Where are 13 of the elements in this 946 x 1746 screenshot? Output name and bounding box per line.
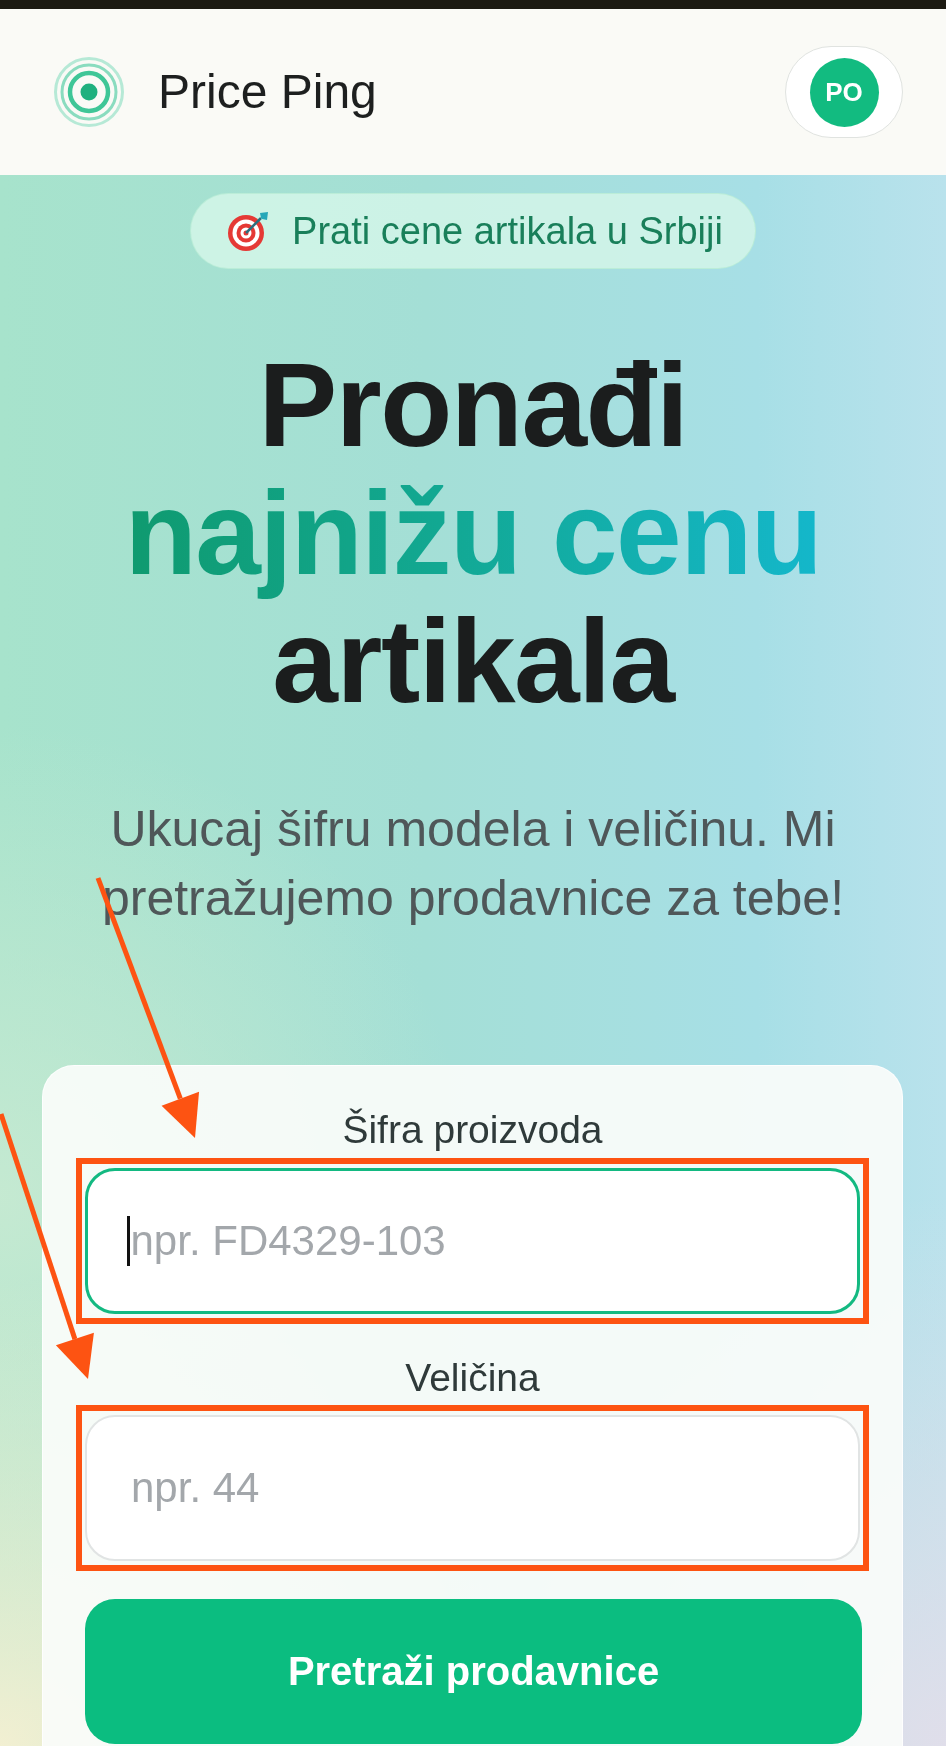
tagline-text: Prati cene artikala u Srbiji xyxy=(292,209,723,253)
account-button[interactable]: PO xyxy=(785,46,903,138)
field-label: Veličina xyxy=(405,1355,540,1401)
input-field[interactable]: npr. FD4329-103 xyxy=(85,1168,860,1314)
text-cursor-icon xyxy=(127,1216,130,1266)
hero-title: Pronađi najnižu cenu artikala xyxy=(124,341,822,725)
hero-subtitle: Ukucaj šifru modela i veličinu. Mi pretražujemo prodavnice za tebe! xyxy=(100,800,846,928)
search-button[interactable]: Pretraži prodavnice xyxy=(85,1599,862,1744)
logo-icon xyxy=(54,57,124,127)
field-label: Šifra proizvoda xyxy=(342,1107,603,1153)
avatar: PO xyxy=(809,57,879,127)
app-name: Price Ping xyxy=(158,64,377,121)
target-icon xyxy=(227,210,270,252)
